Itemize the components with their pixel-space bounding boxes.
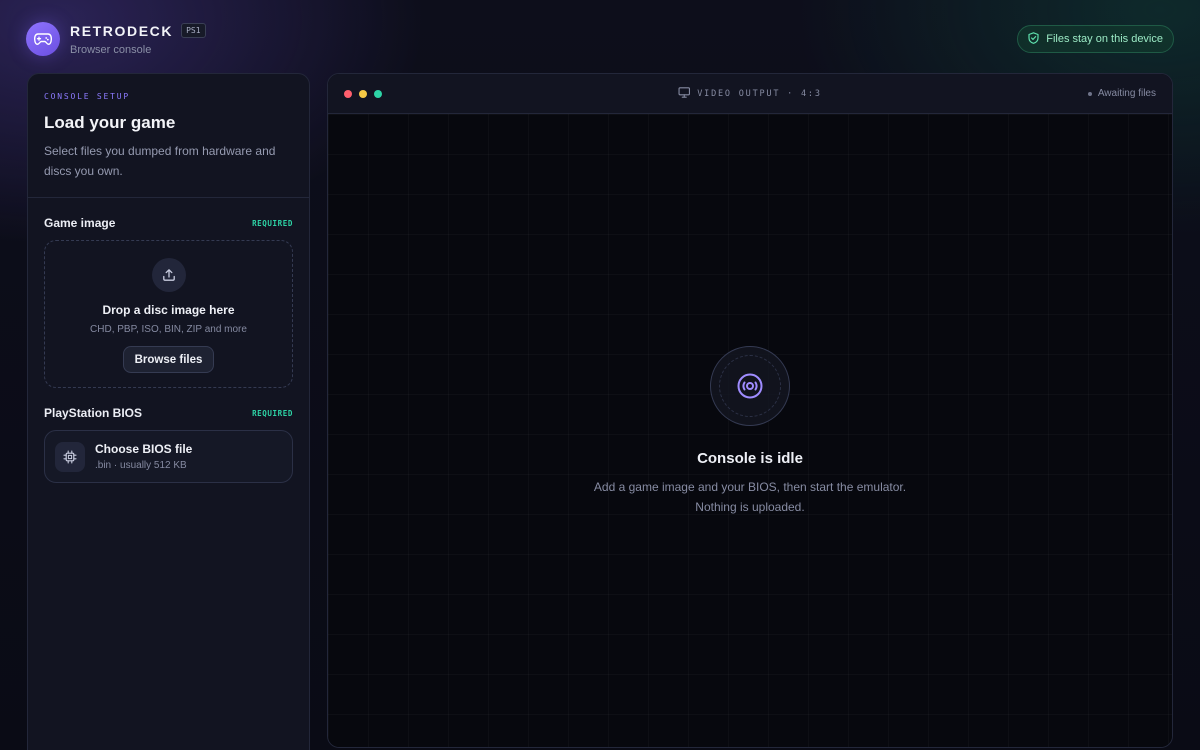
window-dot-green xyxy=(374,89,382,98)
panel-description: Select files you dumped from hardware an… xyxy=(44,144,276,178)
chip-icon xyxy=(55,441,85,472)
section-eyebrow: CONSOLE SETUP xyxy=(44,92,131,101)
idle-line-1: Add a game image and your BIOS, then sta… xyxy=(593,480,907,494)
status-dot xyxy=(1087,91,1092,96)
video-output-panel: VIDEO OUTPUT · 4:3 Awaiting files Consol… xyxy=(327,73,1173,748)
status-text: Awaiting files xyxy=(1097,88,1156,99)
output-label-text: VIDEO OUTPUT · 4:3 xyxy=(697,88,822,99)
bios-file-hint: .bin · usually 512 KB xyxy=(95,460,187,471)
game-image-section-header: Game image REQUIRED xyxy=(28,216,309,230)
required-tag: REQUIRED xyxy=(252,218,293,228)
browse-files-button[interactable]: Browse files xyxy=(122,346,215,373)
emulator-status: Awaiting files xyxy=(1087,88,1156,99)
idle-title: Console is idle xyxy=(697,450,803,467)
window-dot-red xyxy=(344,89,352,98)
disc-image-dropzone[interactable]: Drop a disc image here CHD, PBP, ISO, BI… xyxy=(44,240,293,388)
window-dots xyxy=(344,89,382,98)
required-tag: REQUIRED xyxy=(252,408,293,418)
bios-text: Choose BIOS file .bin · usually 512 KB xyxy=(95,442,192,471)
console-setup-panel: CONSOLE SETUP Load your game Select file… xyxy=(27,73,310,750)
bios-choose-title: Choose BIOS file xyxy=(95,442,193,456)
privacy-label: Files stay on this device xyxy=(1046,33,1163,45)
app-header: RETRODECK PS1 Browser console Files stay… xyxy=(26,21,1174,57)
console-badge: PS1 xyxy=(181,23,206,38)
idle-description: Add a game image and your BIOS, then sta… xyxy=(594,477,906,517)
window-dot-yellow xyxy=(359,89,367,98)
choose-bios-button[interactable]: Choose BIOS file .bin · usually 512 KB xyxy=(44,430,293,483)
viewer-titlebar: VIDEO OUTPUT · 4:3 Awaiting files xyxy=(328,74,1172,114)
brand-name: RETRODECK xyxy=(70,22,174,39)
brand-subtitle: Browser console xyxy=(70,43,152,56)
game-image-label: Game image xyxy=(44,216,116,230)
shield-check-icon xyxy=(1028,31,1039,47)
bios-section-header: PlayStation BIOS REQUIRED xyxy=(28,406,309,420)
setup-header: CONSOLE SETUP Load your game Select file… xyxy=(28,74,309,198)
disc-icon xyxy=(710,346,790,426)
gamepad-icon xyxy=(26,22,60,56)
brand: RETRODECK PS1 Browser console xyxy=(70,23,206,56)
video-output-label: VIDEO OUTPUT · 4:3 xyxy=(678,86,822,101)
privacy-badge: Files stay on this device xyxy=(1017,25,1174,53)
dropzone-title: Drop a disc image here xyxy=(102,303,235,317)
monitor-icon xyxy=(678,86,690,101)
idle-line-2: Nothing is uploaded. xyxy=(695,500,805,514)
upload-icon xyxy=(151,258,186,292)
bios-label: PlayStation BIOS xyxy=(44,406,143,420)
panel-title: Load your game xyxy=(44,113,176,132)
supported-formats: CHD, PBP, ISO, BIN, ZIP and more xyxy=(90,324,247,335)
emulator-screen: Console is idle Add a game image and you… xyxy=(328,114,1172,747)
